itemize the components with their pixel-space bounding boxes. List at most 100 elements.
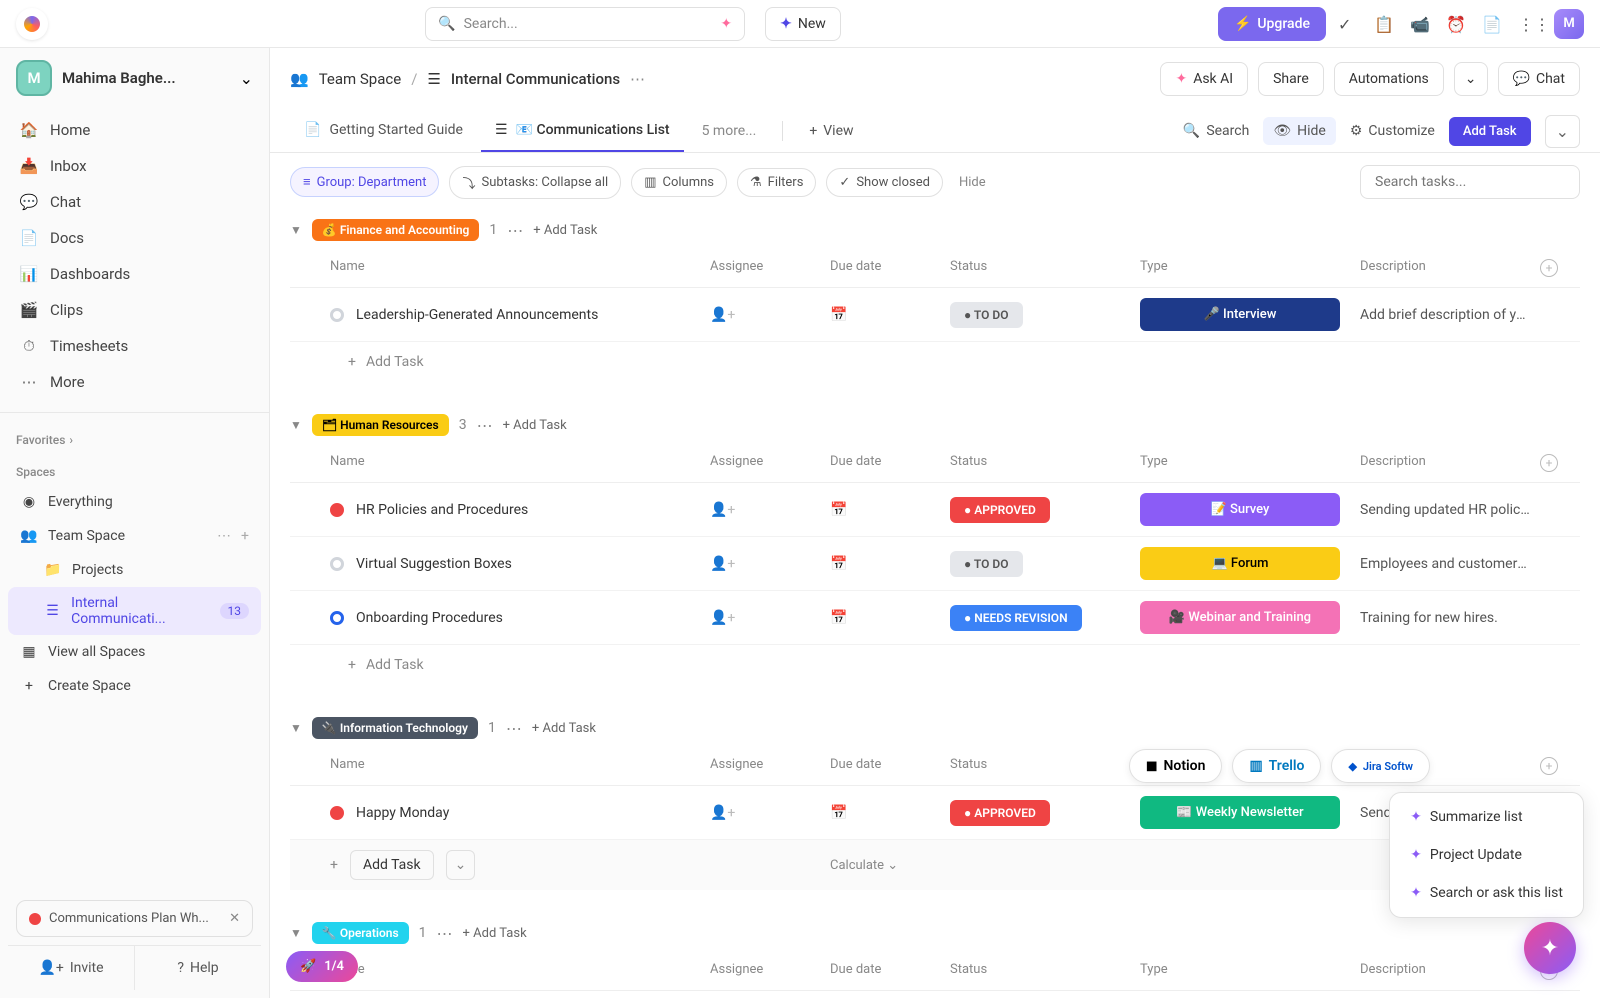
nav-clip[interactable]: 🎬Clips xyxy=(8,292,261,328)
more-icon[interactable]: ⋯ xyxy=(506,719,522,738)
favorites-section[interactable]: Favorites › xyxy=(0,421,269,453)
onboarding-progress[interactable]: 🚀 1/4 xyxy=(286,951,358,982)
subtasks-chip[interactable]: ⤵Subtasks: Collapse all xyxy=(449,166,621,199)
group-add-task[interactable]: + Add Task xyxy=(503,418,567,433)
user-avatar[interactable]: M xyxy=(1554,9,1584,39)
customize-action[interactable]: ⚙Customize xyxy=(1350,123,1435,139)
ai-summarize[interactable]: ✦Summarize list xyxy=(1396,799,1577,835)
status-dot-icon[interactable] xyxy=(330,308,344,322)
calendar-icon[interactable]: 📅 xyxy=(830,307,847,323)
tabs-more[interactable]: 5 more... xyxy=(688,111,771,151)
ai-fab[interactable]: ✦ xyxy=(1524,922,1576,974)
more-icon[interactable]: ⋯ xyxy=(630,70,645,88)
app-logo[interactable] xyxy=(16,8,48,40)
description-cell[interactable]: Add brief description of your inte xyxy=(1360,307,1540,323)
hide-action[interactable]: 👁Hide xyxy=(1263,117,1336,145)
status-dot-icon[interactable] xyxy=(330,806,344,820)
collapse-icon[interactable]: ▼ xyxy=(290,721,302,735)
ai-project-update[interactable]: ✦Project Update xyxy=(1396,837,1577,873)
nav-inbox[interactable]: 📥Inbox xyxy=(8,148,261,184)
jira-chip[interactable]: ◆Jira Softw xyxy=(1331,749,1430,783)
calendar-icon[interactable]: 📅 xyxy=(830,805,847,821)
ask-ai-button[interactable]: ✦Ask AI xyxy=(1160,62,1248,96)
note-icon[interactable]: 📄 xyxy=(1482,15,1500,33)
task-row[interactable]: Leadership-Generated Announcements 👤+ 📅 … xyxy=(290,288,1580,342)
automations-button[interactable]: Automations xyxy=(1334,62,1444,96)
invite-button[interactable]: 👤+ Invite xyxy=(8,946,134,990)
department-pill[interactable]: 💰 Finance and Accounting xyxy=(312,219,479,241)
add-task-dropdown[interactable]: ⌄ xyxy=(1545,115,1580,148)
search-tasks-input[interactable] xyxy=(1360,165,1580,199)
assignee-icon[interactable]: 👤+ xyxy=(710,610,735,626)
nav-time[interactable]: ⏱Timesheets xyxy=(8,328,261,364)
more-icon[interactable]: ⋯ xyxy=(437,924,453,943)
department-pill[interactable]: 🔌 Information Technology xyxy=(312,717,478,739)
upgrade-button[interactable]: ⚡ Upgrade xyxy=(1218,7,1326,41)
group-add-task[interactable]: + Add Task xyxy=(463,926,527,941)
close-icon[interactable]: ✕ xyxy=(229,911,240,926)
search-action[interactable]: 🔍Search xyxy=(1183,123,1249,139)
collapse-icon[interactable]: ▼ xyxy=(290,223,302,237)
alarm-icon[interactable]: ⏰ xyxy=(1446,15,1464,33)
type-pill[interactable]: 🎤 Interview xyxy=(1140,298,1340,331)
more-icon[interactable]: ⋯ xyxy=(217,528,231,544)
assignee-icon[interactable]: 👤+ xyxy=(710,502,735,518)
add-task-row[interactable]: +Add Task xyxy=(290,342,1580,382)
description-cell[interactable]: Employees and customers of a xyxy=(1360,556,1540,572)
ai-sparkle-icon[interactable]: ✦ xyxy=(720,16,732,32)
add-view-button[interactable]: +View xyxy=(795,111,867,151)
status-pill[interactable]: ● TO DO xyxy=(950,551,1023,577)
breadcrumb-list[interactable]: Internal Communications xyxy=(451,70,620,88)
sidebar-everything[interactable]: ◉ Everything xyxy=(8,485,261,519)
sidebar-internal-communications[interactable]: ☰ Internal Communicati... 13 xyxy=(8,587,261,635)
add-column-icon[interactable]: + xyxy=(1540,454,1558,472)
notion-chip[interactable]: ◼Notion xyxy=(1129,749,1223,783)
sidebar-view-all-spaces[interactable]: ▦ View all Spaces xyxy=(8,635,261,669)
new-button[interactable]: ✦ New xyxy=(765,7,841,41)
group-add-task[interactable]: + Add Task xyxy=(532,721,596,736)
status-dot-icon[interactable] xyxy=(330,557,344,571)
nav-dash[interactable]: 📊Dashboards xyxy=(8,256,261,292)
video-icon[interactable]: 📹 xyxy=(1410,15,1428,33)
add-task-box[interactable]: Add Task xyxy=(350,850,434,880)
workspace-selector[interactable]: M Mahima Baghe... ⌄ xyxy=(0,48,269,108)
assignee-icon[interactable]: 👤+ xyxy=(710,556,735,572)
status-pill[interactable]: ● APPROVED xyxy=(950,800,1050,826)
global-search[interactable]: 🔍 Search... ✦ xyxy=(425,7,745,41)
apps-icon[interactable]: ⋮⋮⋮ xyxy=(1518,15,1536,33)
sidebar-projects[interactable]: 📁 Projects xyxy=(8,553,261,587)
assignee-icon[interactable]: 👤+ xyxy=(710,805,735,821)
add-task-row[interactable]: +Add Task xyxy=(290,645,1580,685)
assignee-icon[interactable]: 👤+ xyxy=(710,307,735,323)
nav-more[interactable]: ⋯More xyxy=(8,364,261,400)
calendar-icon[interactable]: 📅 xyxy=(830,610,847,626)
group-chip[interactable]: ≡Group: Department xyxy=(290,167,439,197)
check-icon[interactable]: ✓ xyxy=(1338,15,1356,33)
columns-chip[interactable]: ▥Columns xyxy=(631,168,727,197)
nav-home[interactable]: 🏠Home xyxy=(8,112,261,148)
sidebar-create-space[interactable]: + Create Space xyxy=(8,669,261,703)
task-row[interactable]: Virtual Suggestion Boxes 👤+ 📅 ● TO DO 💻 … xyxy=(290,537,1580,591)
filters-chip[interactable]: ⚗Filters xyxy=(737,168,816,197)
type-pill[interactable]: 📝 Survey xyxy=(1140,493,1340,526)
hide-label[interactable]: Hide xyxy=(959,175,986,190)
add-column-icon[interactable]: + xyxy=(1540,259,1558,277)
status-dot-icon[interactable] xyxy=(330,611,344,625)
task-row[interactable]: HR Policies and Procedures 👤+ 📅 ● APPROV… xyxy=(290,483,1580,537)
description-cell[interactable]: Sending updated HR policies and xyxy=(1360,502,1540,518)
status-pill[interactable]: ● APPROVED xyxy=(950,497,1050,523)
more-icon[interactable]: ⋯ xyxy=(477,416,493,435)
tab-communications-list[interactable]: ☰📧 Communications List xyxy=(481,110,684,152)
chat-button[interactable]: 💬Chat xyxy=(1498,62,1580,96)
status-pill[interactable]: ● NEEDS REVISION xyxy=(950,605,1082,631)
type-pill[interactable]: 🎥 Webinar and Training xyxy=(1140,601,1340,634)
type-pill[interactable]: 💻 Forum xyxy=(1140,547,1340,580)
task-row[interactable]: Happy Monday 👤+ 📅 ● APPROVED 📰 Weekly Ne… xyxy=(290,786,1580,840)
plan-chip[interactable]: Communications Plan Wh... ✕ xyxy=(16,900,253,937)
plus-icon[interactable]: + xyxy=(241,528,249,544)
help-button[interactable]: ? Help xyxy=(134,946,261,990)
task-row[interactable]: Onboarding Procedures 👤+ 📅 ● NEEDS REVIS… xyxy=(290,591,1580,645)
add-column-icon[interactable]: + xyxy=(1540,757,1558,775)
automations-dropdown[interactable]: ⌄ xyxy=(1454,62,1488,96)
status-pill[interactable]: ● TO DO xyxy=(950,302,1023,328)
